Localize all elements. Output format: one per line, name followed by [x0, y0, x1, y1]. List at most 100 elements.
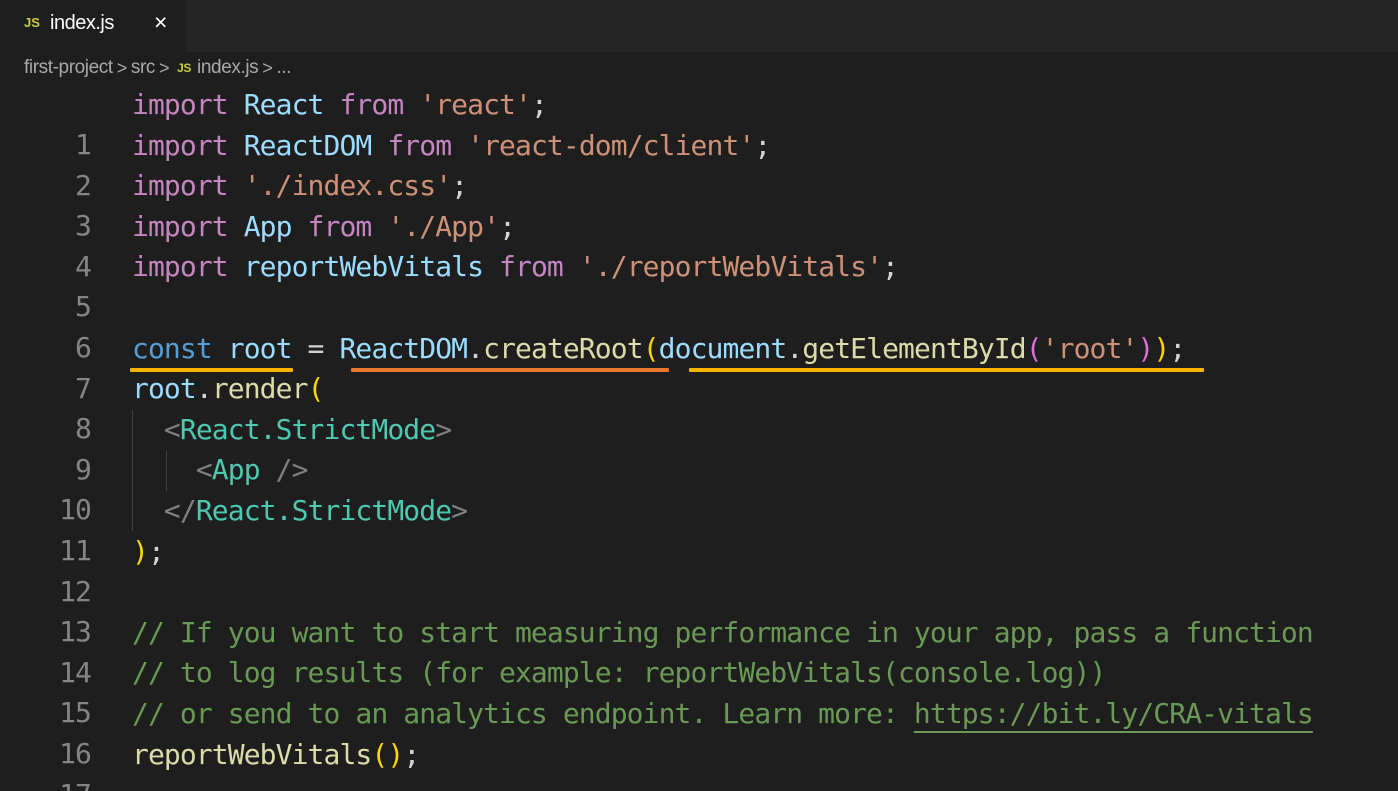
code-line: 10 <App /> — [0, 450, 1398, 526]
bracket-token: ) — [387, 737, 404, 771]
line-code: </React.StrictMode> — [132, 491, 468, 531]
bracket-token: ( — [371, 737, 388, 771]
line-code: reportWebVitals(); — [132, 735, 420, 775]
string-token: 'react-dom/client' — [451, 128, 755, 162]
code-line: 6 — [0, 288, 1398, 364]
comment-token: // to log results (for example: reportWe… — [132, 656, 1106, 690]
identifier-token: ReactDOM — [227, 128, 388, 162]
punctuation-token: </ — [132, 494, 197, 527]
line-number: 17 — [59, 775, 92, 791]
line-code: <React.StrictMode> — [132, 410, 452, 450]
punctuation-token: < — [132, 412, 181, 446]
code-line: 2 import ReactDOM from 'react-dom/client… — [0, 126, 1398, 202]
code-line: 4 import App from './App'; — [0, 207, 1398, 283]
code-line: 14 // If you want to start measuring per… — [0, 613, 1398, 689]
punctuation-token: ; — [147, 534, 165, 568]
keyword-token: const — [132, 331, 213, 365]
keyword-token: from — [307, 209, 373, 243]
bracket-token: ( — [307, 372, 325, 406]
line-code: import './index.css'; — [132, 166, 468, 206]
punctuation-token: /> — [259, 453, 309, 487]
chevron-right-icon: > — [116, 57, 128, 78]
line-code: import React from 'react'; — [132, 85, 548, 125]
keyword-token: from — [387, 128, 452, 162]
code-line: 9 <React.StrictMode> — [0, 410, 1398, 486]
keyword-token: import — [132, 128, 229, 162]
tab-index-js[interactable]: JS index.js × — [0, 0, 186, 52]
code-line: 11 </React.StrictMode> — [0, 491, 1398, 567]
code-line: 3 import './index.css'; — [0, 166, 1398, 242]
editor-tab-bar: JS index.js × — [0, 0, 1398, 52]
function-token: getElementById — [802, 331, 1026, 365]
identifier-token: reportWebVitals — [227, 250, 500, 284]
punctuation-token: ; — [530, 88, 548, 121]
punctuation-token: ; — [1169, 331, 1186, 365]
code-line: 17 reportWebVitals(); — [0, 735, 1398, 791]
bracket-token: ) — [132, 534, 149, 568]
string-token: 'root' — [1041, 331, 1139, 365]
breadcrumb-item-first-project[interactable]: first-project — [24, 57, 113, 79]
jsx-tag-token: React.StrictMode — [179, 412, 436, 446]
breadcrumb-item-symbols[interactable]: ... — [276, 57, 291, 79]
punctuation-token: ; — [882, 250, 899, 284]
comment-token: // If you want to start measuring perfor… — [132, 615, 1314, 649]
line-code: import App from './App'; — [132, 207, 516, 247]
punctuation-token: > — [451, 494, 468, 527]
line-code: import ReactDOM from 'react-dom/client'; — [132, 126, 771, 166]
line-code: <App /> — [132, 450, 309, 490]
function-token: reportWebVitals — [132, 737, 372, 771]
keyword-token: import — [132, 250, 229, 284]
string-token: './reportWebVitals' — [562, 250, 883, 284]
keyword-token: import — [132, 169, 229, 203]
function-token: createRoot — [483, 331, 643, 365]
tab-label: index.js — [50, 12, 114, 34]
function-token: render — [211, 372, 309, 406]
line-code: // If you want to start measuring perfor… — [132, 613, 1314, 653]
line-code: // to log results (for example: reportWe… — [132, 653, 1106, 693]
code-line: 5 import reportWebVitals from './reportW… — [0, 247, 1398, 323]
bracket-token: ) — [1153, 331, 1170, 365]
punctuation-token: ; — [499, 209, 516, 243]
line-code: root.render( — [132, 369, 324, 409]
keyword-token: from — [339, 88, 404, 121]
identifier-token: ReactDOM — [339, 331, 468, 365]
code-line: 7 const root = ReactDOM.createRoot(docum… — [0, 329, 1398, 405]
bracket-token: ( — [642, 331, 660, 365]
jsx-tag-token: App — [211, 453, 261, 487]
identifier-token: document — [658, 331, 788, 365]
javascript-file-icon: JS — [177, 61, 192, 75]
chevron-right-icon: > — [262, 57, 273, 78]
string-token: './App' — [371, 209, 500, 243]
breadcrumb-item-src[interactable]: src — [131, 57, 156, 79]
comment-token: // or send to an analytics endpoint. Lea… — [132, 697, 914, 730]
comment-link[interactable]: https://bit.ly/CRA-vitals — [914, 697, 1314, 730]
line-code: const root = ReactDOM.createRoot(documen… — [132, 329, 1186, 369]
punctuation-token: ; — [403, 737, 420, 771]
code-line: 8 root.render( — [0, 369, 1398, 445]
close-icon[interactable]: × — [154, 9, 167, 36]
javascript-file-icon: JS — [24, 15, 40, 30]
operator-token: = — [291, 331, 340, 365]
punctuation-token: > — [435, 412, 452, 446]
keyword-token: import — [132, 209, 229, 243]
identifier-token: App — [227, 209, 308, 243]
punctuation-token: . — [195, 372, 213, 406]
punctuation-token: ; — [754, 128, 771, 162]
code-line: 1 import React from 'react'; — [0, 85, 1398, 161]
breadcrumb-item-index-js[interactable]: index.js — [197, 57, 259, 79]
string-token: './index.css' — [227, 169, 452, 203]
keyword-token: from — [499, 250, 564, 284]
code-editor[interactable]: 1 import React from 'react'; 2 import Re… — [0, 85, 1398, 791]
code-line: 15 // to log results (for example: repor… — [0, 653, 1398, 729]
line-code: ); — [132, 532, 165, 572]
string-token: 'react' — [403, 88, 532, 121]
code-line: 16 // or send to an analytics endpoint. … — [0, 694, 1398, 770]
code-line: 13 — [0, 572, 1398, 648]
code-line: 12 ); — [0, 532, 1398, 608]
keyword-token: import — [132, 88, 229, 121]
jsx-tag-token: React.StrictMode — [195, 494, 452, 527]
punctuation-token: < — [132, 453, 213, 487]
chevron-right-icon: > — [159, 57, 170, 78]
punctuation-token: . — [786, 331, 803, 365]
punctuation-token: . — [467, 331, 484, 365]
